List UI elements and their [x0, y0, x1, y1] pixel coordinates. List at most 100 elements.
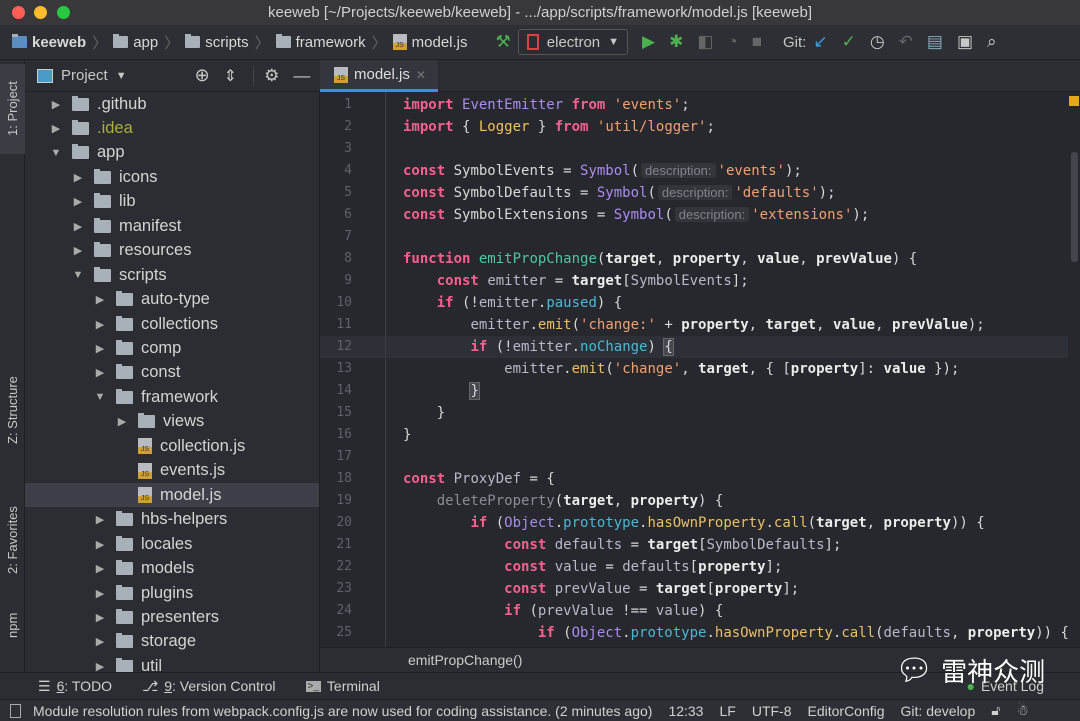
line-number[interactable]: 1	[320, 94, 352, 116]
code-line[interactable]: 18 const ProxyDef = {	[320, 468, 1068, 490]
line-number[interactable]: 8	[320, 248, 352, 270]
code-line[interactable]: 11 emitter.emit('change:' + property, ta…	[320, 314, 1068, 336]
chevron-right-icon[interactable]: ▶	[116, 415, 128, 428]
chevron-right-icon[interactable]: ▶	[94, 513, 106, 526]
chevron-right-icon[interactable]: ▶	[72, 244, 84, 257]
tab-npm[interactable]: npm	[0, 605, 25, 645]
close-window-button[interactable]	[12, 6, 25, 19]
line-number[interactable]: 23	[320, 578, 352, 600]
code-line[interactable]: 2 import { Logger } from 'util/logger';	[320, 116, 1068, 138]
chevron-right-icon[interactable]: ▶	[94, 611, 106, 624]
coverage-icon[interactable]: ◧	[697, 32, 713, 52]
line-number[interactable]: 24	[320, 600, 352, 622]
line-number[interactable]: 3	[320, 138, 352, 160]
breadcrumb-framework[interactable]: framework	[275, 34, 366, 51]
code-line[interactable]: 8 function emitPropChange(target, propert…	[320, 248, 1068, 270]
code-editor[interactable]: 1 import EventEmitter from 'events'; 2 impo…	[320, 92, 1068, 647]
tree-item[interactable]: ▼ app	[25, 141, 319, 165]
close-tab-icon[interactable]: ✕	[416, 68, 426, 82]
code-line[interactable]: 3	[320, 138, 1068, 160]
tree-item[interactable]: ▶ presenters	[25, 605, 319, 629]
code-line[interactable]: 15 }	[320, 402, 1068, 424]
status-message[interactable]: Module resolution rules from webpack.con…	[33, 703, 652, 719]
code-line[interactable]: 1 import EventEmitter from 'events';	[320, 94, 1068, 116]
tree-item[interactable]: ▶ auto-type	[25, 288, 319, 312]
tree-item[interactable]: ▼ scripts	[25, 263, 319, 287]
line-number[interactable]: 7	[320, 226, 352, 248]
breadcrumb-keeweb[interactable]: keeweb	[12, 34, 86, 51]
chevron-right-icon[interactable]: ▶	[72, 171, 84, 184]
gear-icon[interactable]: ⚙	[253, 65, 279, 86]
chevron-right-icon[interactable]: ▶	[94, 293, 106, 306]
tree-item[interactable]: ▶ comp	[25, 337, 319, 361]
editor-scrollbar[interactable]	[1068, 92, 1080, 647]
tree-item[interactable]: ▼ framework	[25, 385, 319, 409]
tree-item[interactable]: ▶ icons	[25, 165, 319, 189]
line-number[interactable]: 22	[320, 556, 352, 578]
editorconfig-indicator[interactable]: EditorConfig	[808, 703, 885, 719]
project-view-select[interactable]: Project	[61, 67, 108, 84]
code-line[interactable]: 13 emitter.emit('change', target, { [pro…	[320, 358, 1068, 380]
hide-panel-icon[interactable]: —	[293, 66, 310, 86]
line-number[interactable]: 11	[320, 314, 352, 336]
tree-item[interactable]: ▶ lib	[25, 190, 319, 214]
tree-item[interactable]: JS model.js	[25, 483, 319, 508]
toggle-tool-windows-icon[interactable]	[10, 703, 21, 718]
tab-model-js[interactable]: JS model.js ✕	[320, 60, 438, 92]
minimize-window-button[interactable]	[34, 6, 47, 19]
tree-item[interactable]: ▶ collections	[25, 312, 319, 336]
line-number[interactable]: 14	[320, 380, 352, 402]
code-line[interactable]: 24 if (prevValue !== value) {	[320, 600, 1068, 622]
code-line[interactable]: 19 deleteProperty(target, property) {	[320, 490, 1068, 512]
chevron-right-icon[interactable]: ▶	[50, 98, 62, 111]
run-configuration-select[interactable]: electron ▼	[517, 29, 629, 55]
line-number[interactable]: 17	[320, 446, 352, 468]
line-number[interactable]: 13	[320, 358, 352, 380]
tree-item[interactable]: ▶ locales	[25, 532, 319, 556]
locate-file-icon[interactable]: ⊕	[195, 65, 210, 86]
line-number[interactable]: 25	[320, 622, 352, 644]
chevron-down-icon[interactable]: ▼	[94, 391, 106, 403]
tree-item[interactable]: ▶ const	[25, 361, 319, 385]
tool-window-terminal[interactable]: >_ Terminal	[305, 678, 380, 694]
code-line[interactable]: 5 const SymbolDefaults = Symbol(descripti…	[320, 182, 1068, 204]
breadcrumb-model-js[interactable]: JS model.js	[392, 34, 468, 51]
line-number[interactable]: 9	[320, 270, 352, 292]
tree-item[interactable]: ▶ views	[25, 410, 319, 434]
git-commit-icon[interactable]: ✓	[842, 32, 856, 52]
code-line[interactable]: 4 const SymbolEvents = Symbol(description…	[320, 160, 1068, 182]
line-number[interactable]: 5	[320, 182, 352, 204]
chevron-down-icon[interactable]: ▼	[116, 70, 127, 82]
tree-item[interactable]: JS collection.js	[25, 434, 319, 458]
file-encoding[interactable]: UTF-8	[752, 703, 792, 719]
history-icon[interactable]: ◷	[870, 32, 885, 52]
chevron-down-icon[interactable]: ▼	[72, 269, 84, 281]
code-line[interactable]: 12 if (!emitter.noChange) {	[320, 336, 1068, 358]
line-number[interactable]: 15	[320, 402, 352, 424]
code-line[interactable]: 14 }	[320, 380, 1068, 402]
debug-icon[interactable]: ✱	[669, 32, 683, 52]
chevron-right-icon[interactable]: ▶	[72, 220, 84, 233]
zoom-window-button[interactable]	[57, 6, 70, 19]
tree-item[interactable]: ▶ storage	[25, 630, 319, 654]
code-line[interactable]: 6 const SymbolExtensions = Symbol(descrip…	[320, 204, 1068, 226]
code-line[interactable]: 7	[320, 226, 1068, 248]
code-line[interactable]: 22 const value = defaults[property];	[320, 556, 1068, 578]
line-separator[interactable]: LF	[719, 703, 735, 719]
code-line[interactable]: 21 const defaults = target[SymbolDefault…	[320, 534, 1068, 556]
build-hammer-icon[interactable]: ⚒	[496, 32, 511, 52]
scrollbar-thumb[interactable]	[1071, 152, 1078, 262]
stop-icon[interactable]: ■	[752, 32, 762, 52]
search-icon[interactable]: ⌕	[987, 32, 997, 52]
tab-structure[interactable]: Z: Structure	[0, 360, 25, 460]
code-line[interactable]: 20 if (Object.prototype.hasOwnProperty.c…	[320, 512, 1068, 534]
tool-window-version-control[interactable]: ⎇ 9: Version Control	[142, 678, 275, 695]
chevron-right-icon[interactable]: ▶	[94, 660, 106, 673]
project-structure-icon[interactable]: ▤	[927, 32, 943, 52]
tree-item[interactable]: ▶ models	[25, 557, 319, 581]
code-line[interactable]: 9 const emitter = target[SymbolEvents];	[320, 270, 1068, 292]
tree-item[interactable]: ▶ resources	[25, 239, 319, 263]
line-number[interactable]: 2	[320, 116, 352, 138]
chevron-down-icon[interactable]: ▼	[50, 147, 62, 159]
line-number[interactable]: 12	[320, 336, 352, 358]
